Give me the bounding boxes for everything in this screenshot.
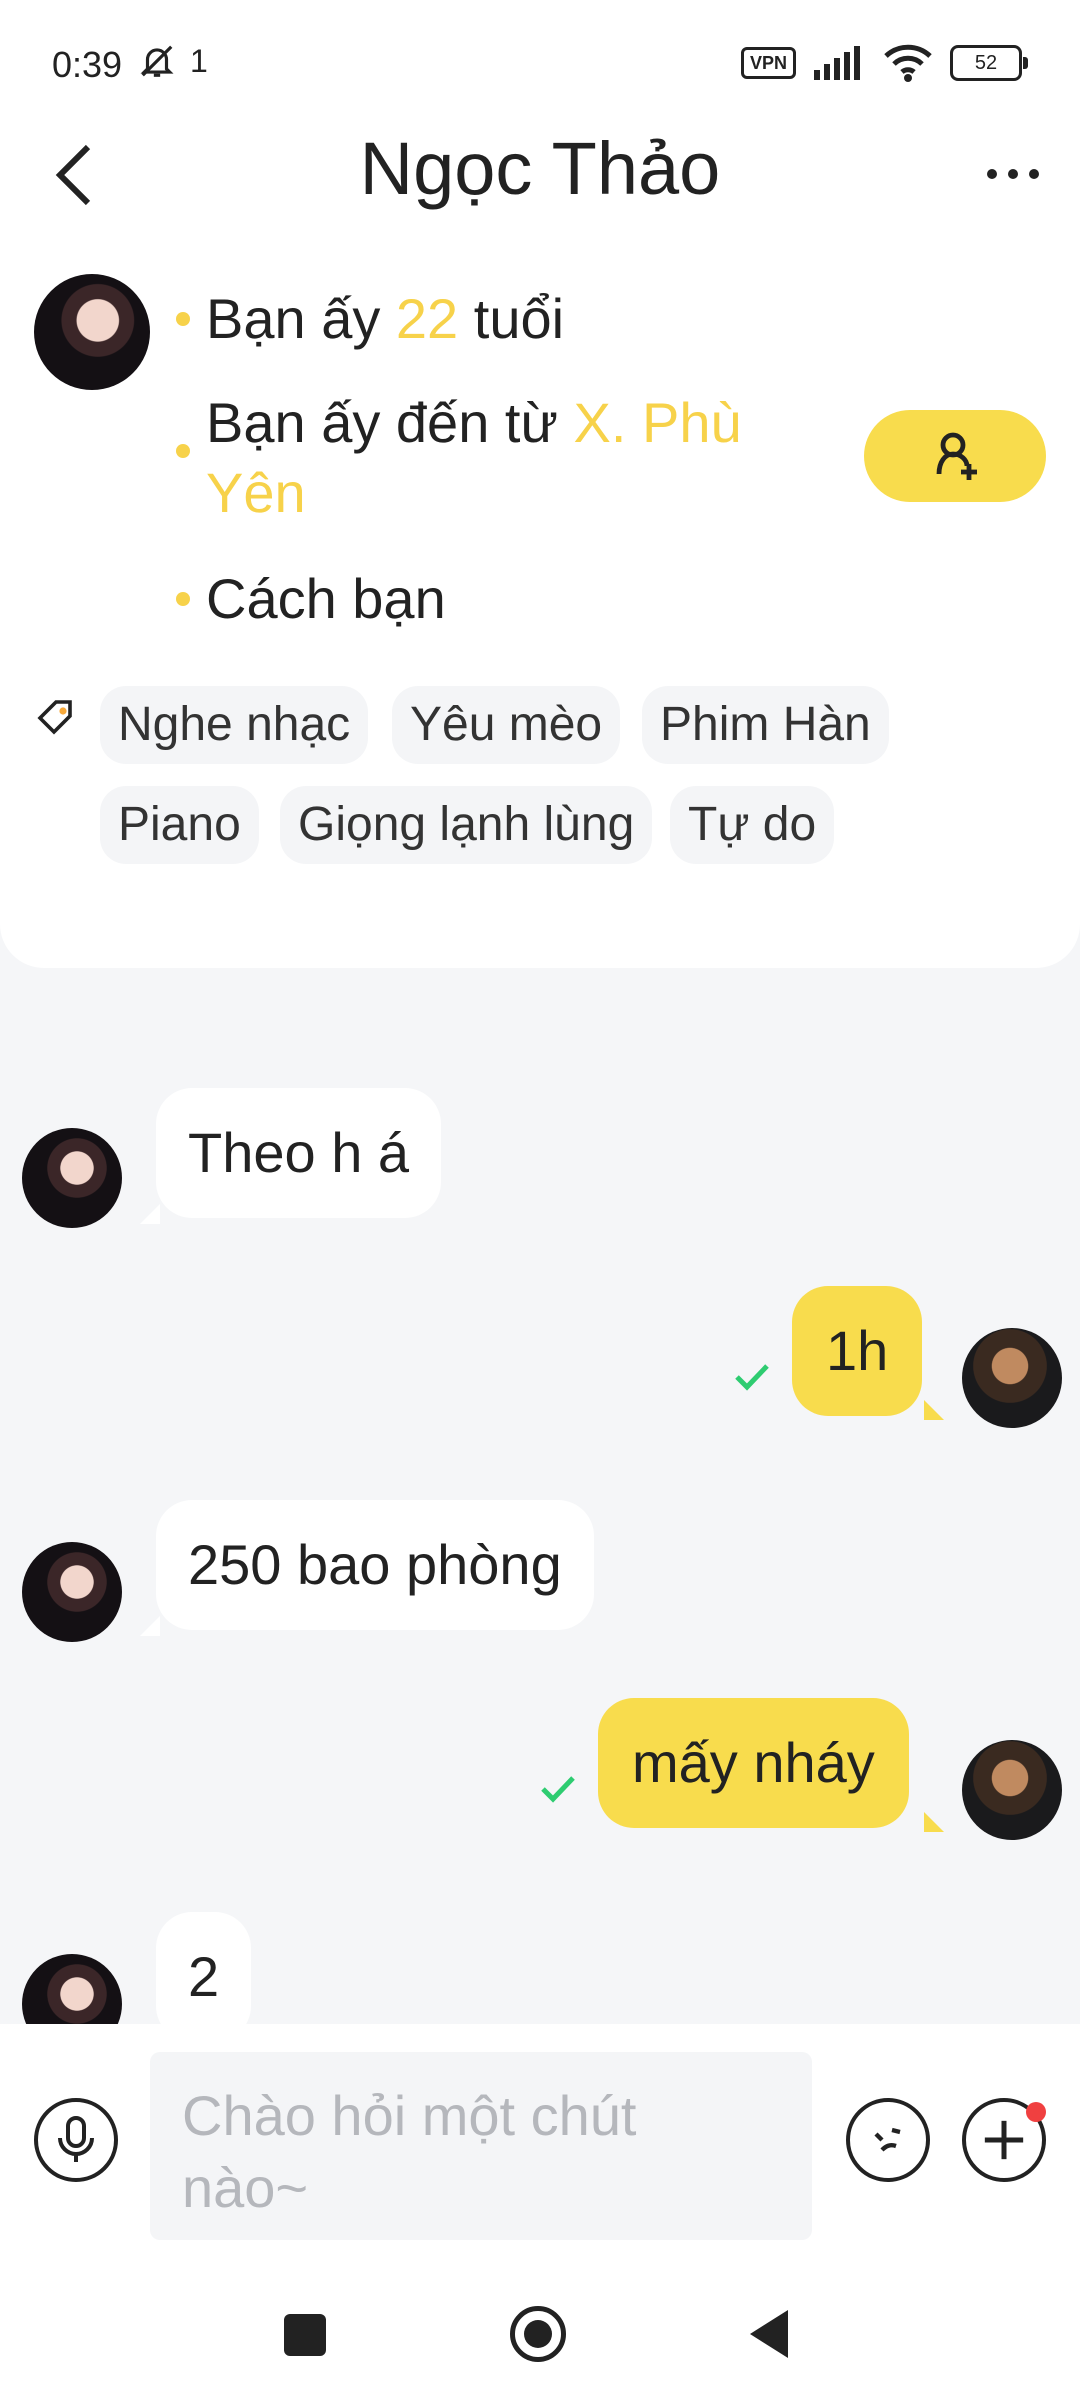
emoji-icon (874, 2127, 901, 2152)
voice-button[interactable] (34, 2098, 118, 2182)
profile-distance: Cách bạn (176, 564, 446, 634)
notification-count: 1 (190, 42, 208, 79)
add-friend-button[interactable] (864, 410, 1046, 502)
bubble-tail (924, 1400, 944, 1420)
bubble-tail (140, 1204, 160, 1224)
bubble-tail (924, 1812, 944, 1832)
tag-item[interactable]: Piano (100, 786, 259, 864)
message-input[interactable]: Chào hỏi một chút nào~ (150, 2052, 812, 2240)
page-title: Ngọc Thảo (359, 127, 721, 210)
plus-icon (984, 2120, 1024, 2160)
my-avatar[interactable] (962, 1740, 1062, 1840)
tag-item[interactable]: Tự do (670, 786, 835, 864)
read-check-icon (735, 1364, 769, 1391)
vpn-badge: VPN (740, 47, 796, 79)
more-icon (987, 169, 1039, 179)
system-nav-bar (0, 2264, 1080, 2400)
battery-icon: 52 (950, 45, 1028, 81)
back-triangle-icon[interactable] (748, 2308, 790, 2360)
read-check-icon (541, 1776, 575, 1803)
signal-icon (814, 46, 860, 80)
bubble-tail (140, 1616, 160, 1636)
status-time: 0:39 (52, 44, 123, 85)
notification-dot (1026, 2102, 1046, 2122)
contact-avatar[interactable] (22, 1128, 122, 1228)
my-avatar[interactable] (962, 1328, 1062, 1428)
tag-icon (37, 700, 72, 735)
chat-header: Ngọc Thảo (0, 120, 1080, 230)
input-placeholder: nào~ (182, 2156, 309, 2219)
emoji-button[interactable] (846, 2098, 930, 2182)
home-button[interactable] (510, 2306, 566, 2362)
incoming-message[interactable]: 250 bao phòng (156, 1500, 594, 1630)
profile-age: Bạn ấy 22 tuổi (176, 284, 564, 354)
incoming-message[interactable]: 2 (156, 1912, 252, 2042)
input-placeholder: Chào hỏi một chút (182, 2084, 637, 2147)
contact-avatar[interactable] (34, 274, 150, 390)
tag-item[interactable]: Giọng lạnh lùng (280, 786, 653, 864)
tag-item[interactable]: Phim Hàn (642, 686, 889, 764)
bell-off-icon (140, 45, 174, 77)
profile-origin: Bạn ấy đến từ X. Phù Yên (176, 388, 816, 528)
tag-item[interactable]: Nghe nhạc (100, 686, 369, 764)
incoming-message[interactable]: Theo h á (156, 1088, 442, 1218)
wifi-icon (884, 44, 932, 82)
outgoing-message[interactable]: 1h (792, 1286, 923, 1416)
more-options-button[interactable] (968, 134, 1058, 214)
recents-button[interactable] (284, 2314, 326, 2356)
microphone-icon (58, 2116, 94, 2162)
contact-avatar[interactable] (22, 1542, 122, 1642)
input-bar: Chào hỏi một chút nào~ (0, 2024, 1080, 2264)
add-user-icon (936, 432, 977, 480)
outgoing-message[interactable]: mấy nháy (598, 1698, 909, 1828)
status-bar: 0:39 1 VPN 52 (0, 0, 1080, 130)
tag-item[interactable]: Yêu mèo (392, 686, 621, 764)
